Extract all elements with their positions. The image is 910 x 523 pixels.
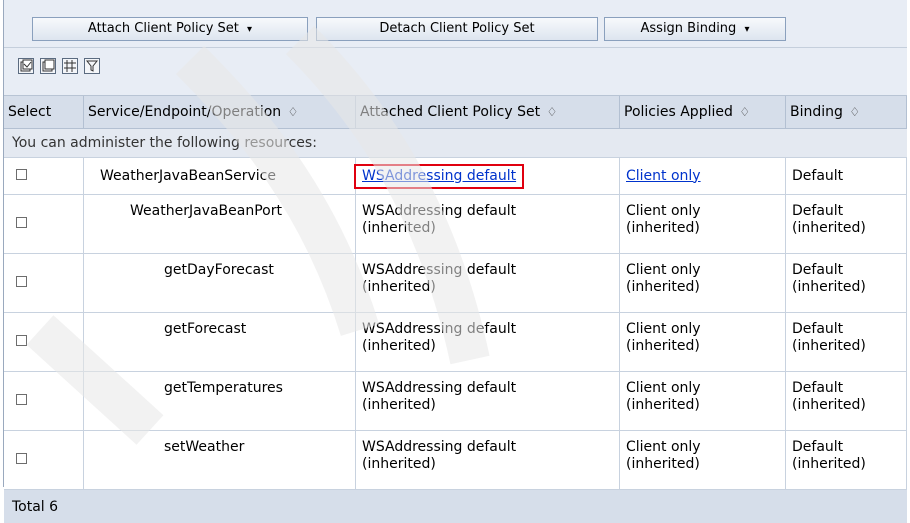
attached-policy-value: WSAddressing default xyxy=(362,321,516,337)
deselect-all-icon[interactable] xyxy=(40,58,56,74)
attached-policy-value: WSAddressing default xyxy=(362,203,516,219)
table-row: getForecast WSAddressing default(inherit… xyxy=(4,313,907,372)
inherited-label: (inherited) xyxy=(626,220,700,236)
header-policies-applied[interactable]: Policies Applied ♢ xyxy=(620,96,786,129)
policies-value: Client only xyxy=(626,380,701,396)
binding-value: Default xyxy=(792,380,843,396)
header-attached-policy-set[interactable]: Attached Client Policy Set ♢ xyxy=(356,96,620,129)
table-row: getTemperatures WSAddressing default(inh… xyxy=(4,372,907,431)
total-row: Total 6 xyxy=(4,490,907,523)
inherited-label: (inherited) xyxy=(362,279,436,295)
client-policy-table: Select Service/Endpoint/Operation ♢ Atta… xyxy=(4,96,907,523)
message-row: You can administer the following resourc… xyxy=(4,129,907,158)
inherited-label: (inherited) xyxy=(626,279,700,295)
binding-value: Default xyxy=(792,439,843,455)
chevron-down-icon: ▾ xyxy=(247,24,252,35)
inherited-label: (inherited) xyxy=(792,338,866,354)
inherited-label: (inherited) xyxy=(626,397,700,413)
table-row: setWeather WSAddressing default(inherite… xyxy=(4,431,907,490)
total-count: Total 6 xyxy=(4,490,907,523)
row-checkbox[interactable] xyxy=(16,169,27,180)
endpoint-name: WeatherJavaBeanPort xyxy=(130,203,282,219)
table-header-row: Select Service/Endpoint/Operation ♢ Atta… xyxy=(4,96,907,129)
show-filter-icon[interactable] xyxy=(62,58,78,74)
attached-policy-value: WSAddressing default xyxy=(362,262,516,278)
header-select: Select xyxy=(4,96,84,129)
attached-policy-value: WSAddressing default xyxy=(362,439,516,455)
attached-policy-link[interactable]: WSAddressing default xyxy=(362,168,516,184)
inherited-label: (inherited) xyxy=(792,397,866,413)
policies-value: Client only xyxy=(626,262,701,278)
inherited-label: (inherited) xyxy=(792,220,866,236)
row-checkbox[interactable] xyxy=(16,276,27,287)
operation-name: getDayForecast xyxy=(164,262,274,278)
inherited-label: (inherited) xyxy=(792,456,866,472)
detach-client-policy-set-button[interactable]: Detach Client Policy Set xyxy=(316,17,598,41)
highlight-box: WSAddressing default xyxy=(354,164,524,189)
assign-binding-button[interactable]: Assign Binding ▾ xyxy=(604,17,786,41)
select-all-icon[interactable] xyxy=(18,58,34,74)
table-row: WeatherJavaBeanService WSAddressing defa… xyxy=(4,158,907,195)
sort-icon[interactable]: ♢ xyxy=(288,105,299,119)
row-checkbox[interactable] xyxy=(16,217,27,228)
operation-name: getForecast xyxy=(164,321,246,337)
inherited-label: (inherited) xyxy=(626,338,700,354)
inherited-label: (inherited) xyxy=(362,338,436,354)
inherited-label: (inherited) xyxy=(362,220,436,236)
binding-value: Default xyxy=(792,168,843,184)
operation-name: setWeather xyxy=(164,439,244,455)
chevron-down-icon: ▾ xyxy=(744,24,749,35)
inherited-label: (inherited) xyxy=(792,279,866,295)
header-service[interactable]: Service/Endpoint/Operation ♢ xyxy=(84,96,356,129)
policies-value: Client only xyxy=(626,321,701,337)
row-checkbox[interactable] xyxy=(16,335,27,346)
policies-applied-link[interactable]: Client only xyxy=(626,168,701,184)
table-row: WeatherJavaBeanPort WSAddressing default… xyxy=(4,195,907,254)
administer-message: You can administer the following resourc… xyxy=(4,129,907,158)
table-icon-toolbar xyxy=(4,48,907,96)
header-binding[interactable]: Binding ♢ xyxy=(786,96,907,129)
attach-button-label: Attach Client Policy Set xyxy=(88,21,239,36)
assign-button-label: Assign Binding xyxy=(641,21,737,36)
sort-icon[interactable]: ♢ xyxy=(547,105,558,119)
row-checkbox[interactable] xyxy=(16,453,27,464)
operation-name: getTemperatures xyxy=(164,380,283,396)
binding-value: Default xyxy=(792,203,843,219)
clear-filter-icon[interactable] xyxy=(84,58,100,74)
detach-button-label: Detach Client Policy Set xyxy=(379,21,534,36)
inherited-label: (inherited) xyxy=(362,456,436,472)
table-row: getDayForecast WSAddressing default(inhe… xyxy=(4,254,907,313)
sort-icon[interactable]: ♢ xyxy=(849,105,860,119)
sort-icon[interactable]: ♢ xyxy=(739,105,750,119)
row-checkbox[interactable] xyxy=(16,394,27,405)
binding-value: Default xyxy=(792,262,843,278)
action-toolbar: Attach Client Policy Set ▾ Detach Client… xyxy=(4,0,907,48)
binding-value: Default xyxy=(792,321,843,337)
inherited-label: (inherited) xyxy=(626,456,700,472)
policies-value: Client only xyxy=(626,203,701,219)
service-name: WeatherJavaBeanService xyxy=(100,168,276,184)
attach-client-policy-set-button[interactable]: Attach Client Policy Set ▾ xyxy=(32,17,308,41)
inherited-label: (inherited) xyxy=(362,397,436,413)
policies-value: Client only xyxy=(626,439,701,455)
attached-policy-value: WSAddressing default xyxy=(362,380,516,396)
